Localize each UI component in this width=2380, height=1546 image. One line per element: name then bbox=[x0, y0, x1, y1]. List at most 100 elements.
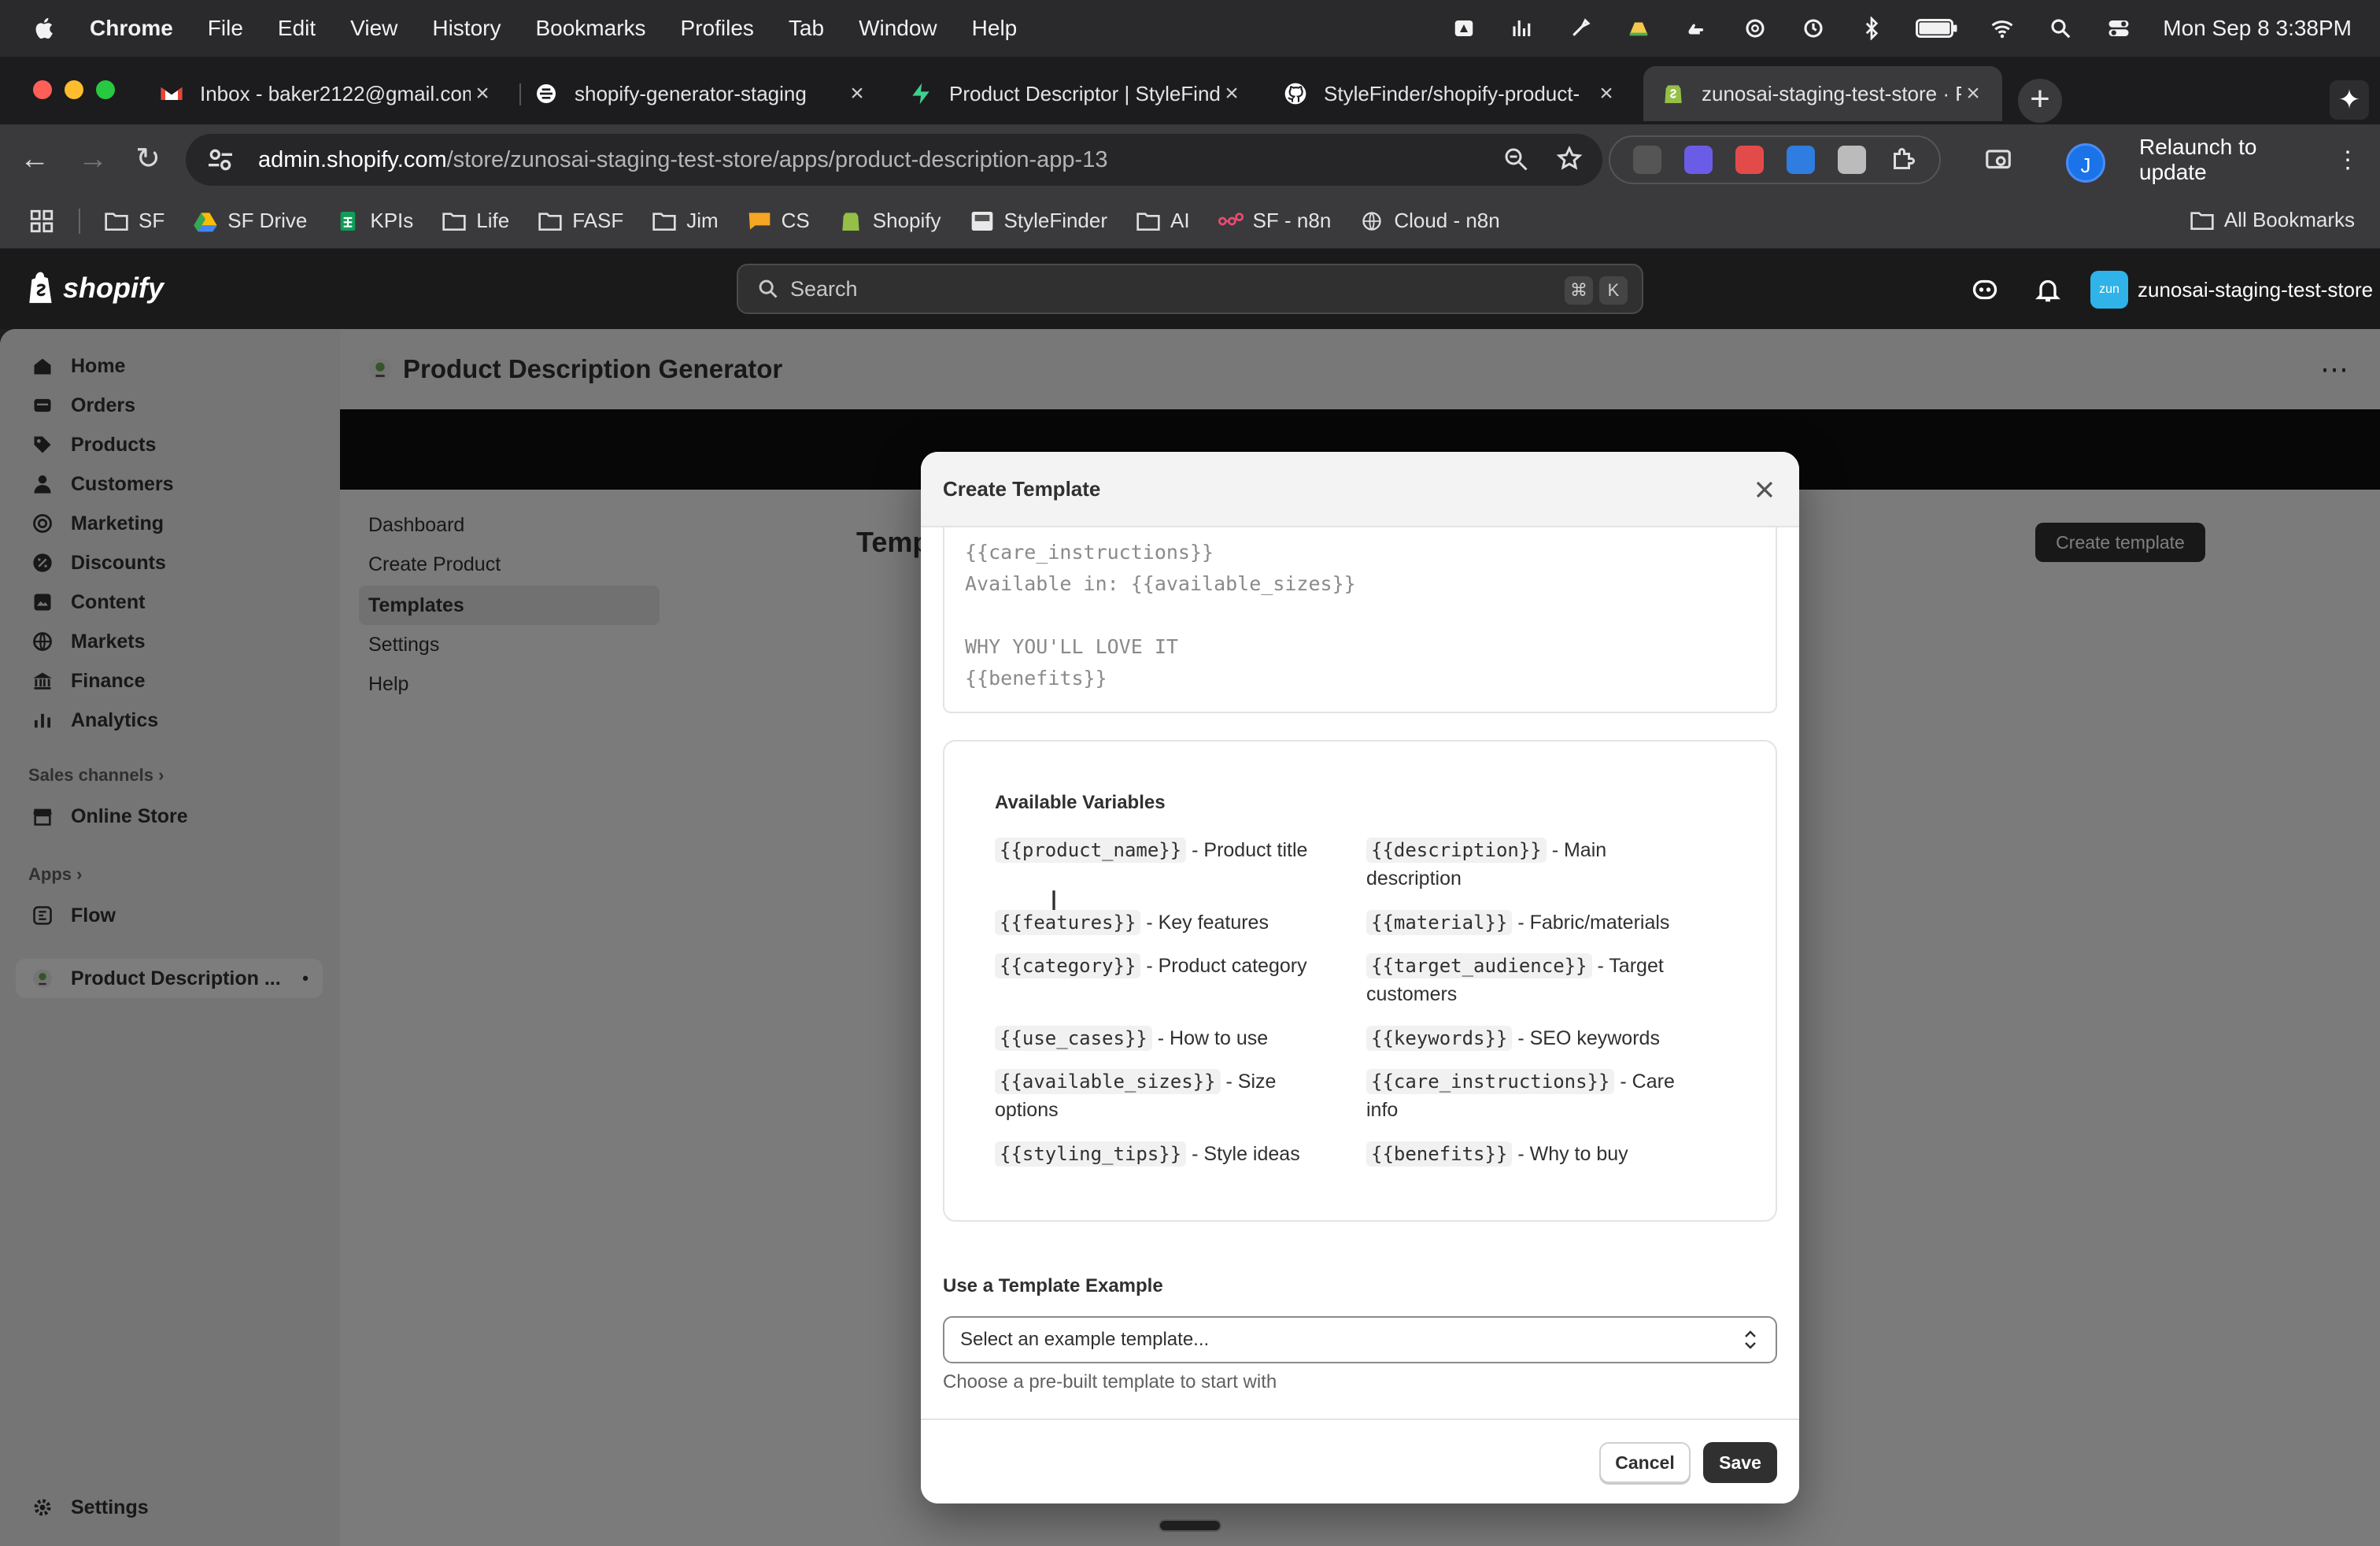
relaunch-button[interactable]: Relaunch to update ⋮ bbox=[2123, 135, 2360, 184]
all-bookmarks[interactable]: All Bookmarks bbox=[2190, 208, 2355, 232]
select-chevron-icon bbox=[1745, 1330, 1756, 1349]
battery-icon[interactable] bbox=[1916, 17, 1958, 40]
bookmark-cloud-n8n[interactable]: Cloud - n8n bbox=[1359, 209, 1500, 233]
profile-avatar[interactable]: J bbox=[2066, 143, 2105, 183]
zoom-icon[interactable] bbox=[1502, 145, 1530, 173]
minimize-window-button[interactable] bbox=[65, 80, 83, 99]
extension-icon-5[interactable] bbox=[1837, 146, 1866, 174]
wifi-icon[interactable] bbox=[1988, 17, 2016, 40]
menu-bookmarks[interactable]: Bookmarks bbox=[535, 16, 645, 41]
menu-profiles[interactable]: Profiles bbox=[681, 16, 754, 41]
cloud-hand-icon[interactable] bbox=[1683, 17, 1711, 40]
stats-icon[interactable] bbox=[1508, 17, 1536, 40]
tab-github[interactable]: StyleFinder/shopify-product- × bbox=[1266, 66, 1635, 121]
save-button[interactable]: Save bbox=[1703, 1442, 1777, 1483]
template-example-label: Use a Template Example bbox=[943, 1275, 1163, 1296]
menu-tab[interactable]: Tab bbox=[789, 16, 824, 41]
variable-desc: - Product title bbox=[1186, 839, 1308, 861]
template-content-textarea[interactable]: {{care_instructions}} Available in: {{ava… bbox=[943, 527, 1777, 713]
admin-search-input[interactable]: Search ⌘ K bbox=[737, 264, 1643, 314]
cancel-button[interactable]: Cancel bbox=[1599, 1442, 1691, 1483]
tab-railway[interactable]: shopify-generator-staging × bbox=[516, 66, 886, 121]
openai-icon[interactable] bbox=[1741, 17, 1769, 40]
menu-history[interactable]: History bbox=[432, 16, 501, 41]
bookmark-label: KPIs bbox=[370, 209, 414, 232]
menu-window[interactable]: Window bbox=[859, 16, 937, 41]
url-path: /store/zunosai-staging-test-store/apps/p… bbox=[446, 146, 1108, 172]
bookmark-star-icon[interactable] bbox=[1555, 145, 1584, 173]
bookmark-sf[interactable]: SF bbox=[104, 209, 164, 233]
menu-view[interactable]: View bbox=[350, 16, 397, 41]
bookmark-life[interactable]: Life bbox=[442, 209, 509, 233]
bookmark-jim[interactable]: Jim bbox=[652, 209, 719, 233]
drive-sync-icon[interactable] bbox=[1624, 17, 1653, 40]
bookmark-stylefinder[interactable]: StyleFinder bbox=[970, 209, 1107, 233]
notifications-bell-icon[interactable] bbox=[2034, 276, 2062, 304]
template-line: {{care_instructions}} bbox=[965, 541, 1214, 564]
bookmark-shopify[interactable]: Shopify bbox=[838, 209, 941, 233]
apps-grid-icon[interactable] bbox=[28, 208, 55, 235]
extension-icon-3[interactable] bbox=[1735, 146, 1764, 174]
control-center-icon[interactable] bbox=[2105, 17, 2133, 40]
template-example-select[interactable]: Select an example template... bbox=[943, 1316, 1777, 1363]
extension-icon-1[interactable] bbox=[1632, 146, 1661, 174]
spotlight-icon[interactable] bbox=[2046, 17, 2075, 40]
new-tab-button[interactable]: + bbox=[2018, 79, 2062, 123]
modal-title: Create Template bbox=[943, 476, 1101, 501]
maximize-window-button[interactable] bbox=[96, 80, 115, 99]
variable-code: {{use_cases}} bbox=[995, 1026, 1152, 1051]
time-machine-icon[interactable] bbox=[1799, 17, 1828, 40]
bookmark-sf-drive[interactable]: SF Drive bbox=[193, 209, 307, 233]
bookmark-label: CS bbox=[781, 209, 810, 232]
scroll-indicator[interactable] bbox=[1159, 1519, 1221, 1532]
site-info-icon[interactable] bbox=[205, 144, 236, 176]
close-tab-icon[interactable]: × bbox=[1961, 80, 1985, 107]
tab-gmail[interactable]: Inbox - baker2122@gmail.com × bbox=[142, 66, 512, 121]
menu-help[interactable]: Help bbox=[972, 16, 1018, 41]
tools-icon[interactable] bbox=[1566, 17, 1595, 40]
tab-search-icon[interactable] bbox=[1983, 145, 2013, 175]
apple-icon[interactable] bbox=[31, 15, 58, 42]
bookmark-label: SF Drive bbox=[227, 209, 308, 232]
gemini-icon[interactable]: ✦ bbox=[2330, 80, 2369, 120]
bookmark-fasf[interactable]: FASF bbox=[538, 209, 623, 233]
close-tab-icon[interactable]: × bbox=[1220, 80, 1244, 107]
extensions-puzzle-icon[interactable] bbox=[1889, 146, 1917, 174]
tab-title: Inbox - baker2122@gmail.com bbox=[200, 81, 471, 105]
clock[interactable]: Mon Sep 8 3:38PM bbox=[2163, 16, 2352, 41]
bookmark-kpis[interactable]: KPIs bbox=[335, 209, 413, 233]
url-text[interactable]: admin.shopify.com/store/zunosai-staging-… bbox=[258, 147, 1107, 173]
tab-supabase[interactable]: Product Descriptor | StyleFinder × bbox=[891, 66, 1261, 121]
address-bar[interactable]: admin.shopify.com/store/zunosai-staging-… bbox=[186, 134, 1602, 186]
menu-edit[interactable]: Edit bbox=[278, 16, 316, 41]
extension-icon-4[interactable] bbox=[1786, 146, 1815, 174]
tab-shopify-admin[interactable]: zunosai-staging-test-store · Pr × bbox=[1643, 66, 2002, 121]
forward-button[interactable]: → bbox=[74, 140, 112, 178]
variable-code: {{category}} bbox=[995, 953, 1141, 978]
close-icon[interactable] bbox=[1750, 475, 1779, 504]
menu-file[interactable]: File bbox=[208, 16, 243, 41]
more-vert-icon[interactable]: ⋮ bbox=[2336, 146, 2360, 174]
sidekick-icon[interactable] bbox=[1971, 276, 1999, 304]
variable-desc: - Fabric/materials bbox=[1512, 912, 1670, 934]
close-window-button[interactable] bbox=[33, 80, 52, 99]
store-switcher[interactable]: zun zunosai-staging-test-store bbox=[2090, 271, 2373, 309]
variable-item: {{use_cases}} - How to use bbox=[995, 1024, 1357, 1052]
sheets-icon bbox=[341, 211, 356, 231]
bluetooth-icon[interactable] bbox=[1857, 17, 1886, 40]
close-tab-icon[interactable]: × bbox=[471, 80, 494, 107]
close-tab-icon[interactable]: × bbox=[845, 80, 869, 107]
close-tab-icon[interactable]: × bbox=[1595, 80, 1618, 107]
reload-button[interactable]: ↻ bbox=[129, 140, 167, 178]
back-button[interactable]: ← bbox=[16, 140, 54, 178]
bookmark-cs[interactable]: CS bbox=[747, 209, 810, 233]
drive-status-icon[interactable] bbox=[1450, 17, 1478, 40]
extension-icon-2[interactable] bbox=[1683, 146, 1713, 174]
gmail-icon bbox=[161, 87, 183, 100]
bookmark-sf-n8n[interactable]: SF - n8n bbox=[1218, 209, 1331, 233]
bookmark-ai[interactable]: AI bbox=[1136, 209, 1190, 233]
shopify-logo[interactable]: shopify bbox=[27, 271, 164, 305]
menu-chrome[interactable]: Chrome bbox=[90, 16, 173, 41]
variable-item: {{keywords}} - SEO keywords bbox=[1366, 1024, 1705, 1052]
chat-icon bbox=[748, 212, 770, 230]
